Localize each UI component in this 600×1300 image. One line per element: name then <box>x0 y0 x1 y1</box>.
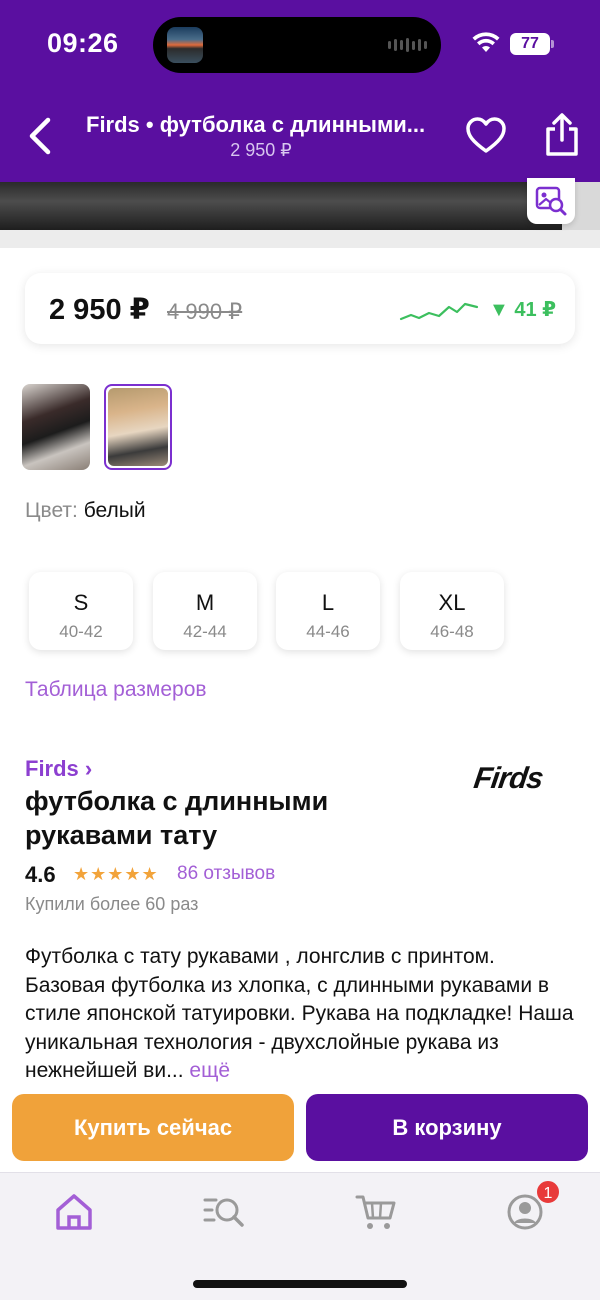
size-option-m[interactable]: M 42-44 <box>153 572 257 650</box>
catalog-search-icon[interactable] <box>202 1190 246 1234</box>
purchase-count: Купили более 60 раз <box>25 894 199 914</box>
color-variant-thumbnail-selected[interactable] <box>104 384 172 470</box>
color-variant-thumbnail[interactable] <box>22 384 90 470</box>
size-table-link[interactable]: Таблица размеров <box>25 678 207 702</box>
image-search-icon <box>535 186 567 216</box>
current-price: 2 950 ₽ <box>49 294 150 326</box>
color-row: Цвет: белый <box>25 499 146 523</box>
size-option-l[interactable]: L 44-46 <box>276 572 380 650</box>
battery-indicator: 77 <box>510 33 550 55</box>
size-label: L <box>321 590 335 615</box>
size-label: S <box>73 590 89 615</box>
size-range: 42-44 <box>183 622 227 641</box>
profile-notification-badge: 1 <box>535 1179 561 1205</box>
cart-icon[interactable] <box>354 1190 398 1234</box>
size-option-s[interactable]: S 40-42 <box>29 572 133 650</box>
image-search-button[interactable] <box>527 178 575 224</box>
header-title: Firds • футболка с длинными... <box>86 112 426 137</box>
product-description: Футболка с тату рукавами , лонгслив с пр… <box>25 943 575 1086</box>
price-card[interactable]: 2 950 ₽ 4 990 ₽ ▼ 41 ₽ <box>25 273 575 344</box>
product-photo-gallery[interactable] <box>0 182 600 248</box>
brand-link[interactable]: Firds › <box>25 756 92 782</box>
price-drop-badge: ▼ 41 ₽ <box>489 299 557 321</box>
size-range: 40-42 <box>59 622 103 641</box>
reviews-link[interactable]: 86 отзывов <box>177 863 275 885</box>
color-value: белый <box>83 499 146 522</box>
price-history-graph <box>399 302 479 321</box>
size-option-xl[interactable]: XL 46-48 <box>400 572 504 650</box>
battery-tip <box>551 40 554 48</box>
back-button[interactable] <box>20 112 60 160</box>
buy-now-button[interactable]: Купить сейчас <box>12 1094 294 1161</box>
rating-value: 4.6 <box>25 862 56 887</box>
color-label: Цвет: <box>25 499 78 522</box>
header-price: 2 950 ₽ <box>230 140 292 160</box>
size-label: M <box>195 590 215 615</box>
home-indicator[interactable] <box>193 1280 407 1288</box>
home-icon[interactable] <box>52 1190 96 1234</box>
share-icon[interactable] <box>542 112 582 158</box>
description-text: Футболка с тату рукавами , лонгслив с пр… <box>25 945 574 1082</box>
favorite-heart-icon[interactable] <box>464 114 508 158</box>
rating-stars-icon: ★★★★★ <box>73 864 159 884</box>
old-price: 4 990 ₽ <box>167 299 243 324</box>
brand-logo[interactable]: Firds <box>472 762 545 796</box>
size-range: 46-48 <box>430 622 474 641</box>
wifi-icon <box>472 32 500 52</box>
thumbnail-image <box>108 388 168 466</box>
now-playing-artwork <box>167 27 203 63</box>
audio-waveform-icon <box>388 38 427 52</box>
add-to-cart-button[interactable]: В корзину <box>306 1094 588 1161</box>
size-range: 44-46 <box>306 622 350 641</box>
size-label: XL <box>438 590 466 615</box>
show-more-link[interactable]: ещё <box>189 1059 230 1082</box>
status-time: 09:26 <box>47 28 119 58</box>
product-title: футболка с длинными рукавами тату <box>25 786 329 850</box>
dynamic-island <box>153 17 441 73</box>
